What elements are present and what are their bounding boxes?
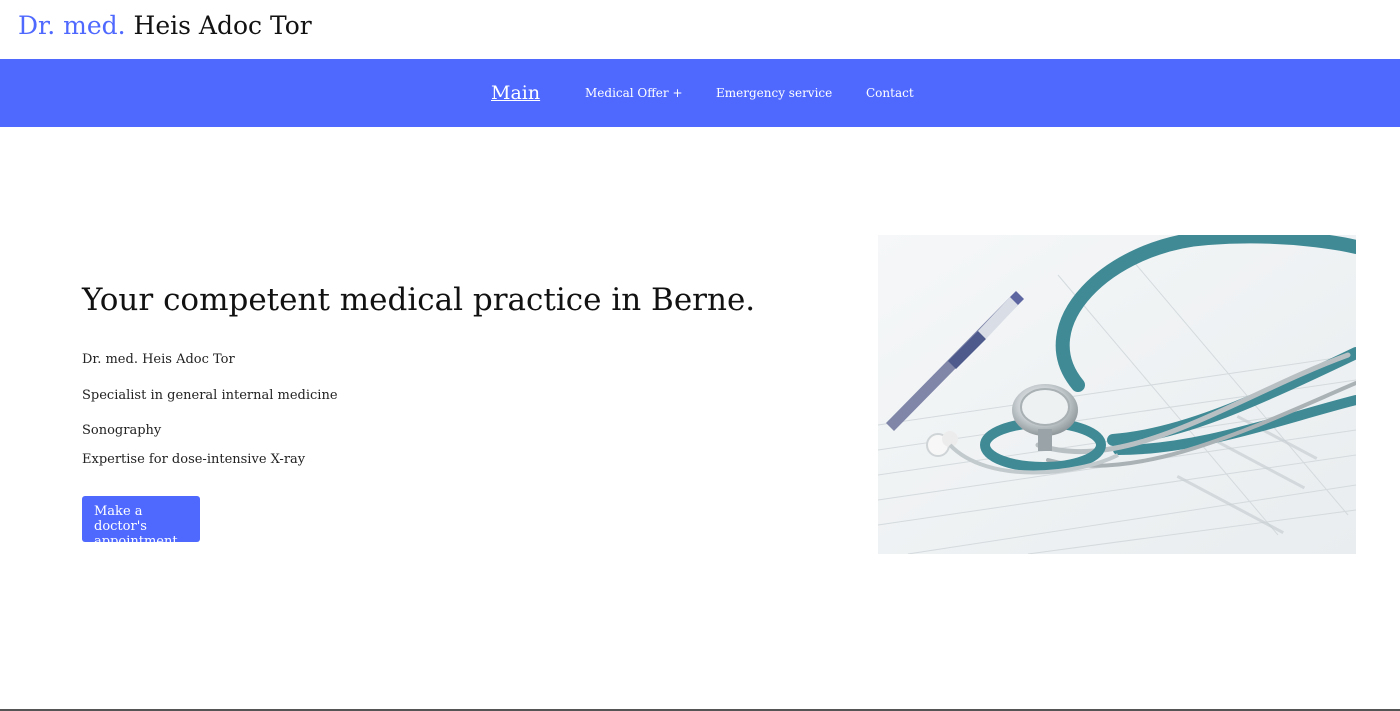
stethoscope-image [878,235,1356,554]
site-logo[interactable]: Dr. med. Heis Adoc Tor [18,8,312,48]
brand-name: Heis Adoc Tor [133,11,312,40]
nav-item-main[interactable]: Main [491,59,540,127]
main-navbar: Main Medical Offer + Emergency service C… [0,59,1400,127]
hero-title: Your competent medical practice in Berne… [82,282,756,318]
nav-item-contact[interactable]: Contact [866,59,914,127]
nav-item-emergency-service[interactable]: Emergency service [716,59,832,127]
nav-item-medical-offer[interactable]: Medical Offer + [585,59,683,127]
make-appointment-button[interactable]: Make a doctor's appointment [82,496,200,549]
doctor-name: Dr. med. Heis Adoc Tor [82,352,235,367]
brand-prefix: Dr. med. [18,11,126,40]
service-xray: Expertise for dose-intensive X-ray [82,452,306,467]
stethoscope-illustration [878,235,1356,554]
specialty-text: Specialist in general internal medicine [82,388,338,403]
service-sonography: Sonography [82,423,162,438]
